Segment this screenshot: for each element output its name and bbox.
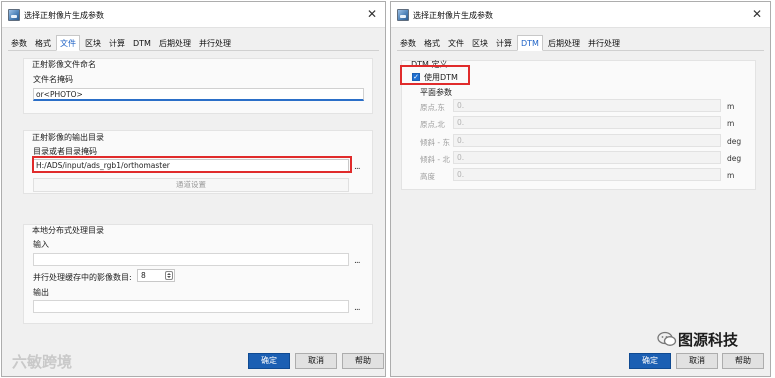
- file-mask-input[interactable]: or<PHOTO>: [33, 88, 364, 101]
- buffer-count-stepper[interactable]: 8: [137, 269, 175, 282]
- tab-parallel[interactable]: 并行处理: [585, 36, 623, 52]
- output-dir-field[interactable]: [33, 300, 349, 313]
- stepper-arrows-icon[interactable]: [165, 271, 173, 280]
- tilt-east-field[interactable]: 0.: [453, 134, 721, 147]
- ok-button[interactable]: 确定: [248, 353, 290, 369]
- ortho-params-dialog-dtm: 选择正射像片生成参数 ✕ 参数 格式 文件 区块 计算 DTM 后期处理 并行处理 DTM 定…: [390, 1, 771, 377]
- tab-bar: 参数 格式 文件 区块 计算 DTM 后期处理 并行处理: [8, 35, 379, 51]
- tab-format[interactable]: 格式: [32, 36, 54, 52]
- tab-block[interactable]: 区块: [469, 36, 491, 52]
- tab-file[interactable]: 文件: [445, 36, 467, 52]
- tab-file[interactable]: 文件: [56, 35, 80, 51]
- close-button[interactable]: ✕: [365, 7, 379, 21]
- buffer-count-label: 并行处理缓存中的影像数目:: [33, 273, 132, 282]
- tab-postprocess[interactable]: 后期处理: [545, 36, 583, 52]
- origin-east-unit: m: [727, 102, 735, 111]
- tab-params[interactable]: 参数: [8, 36, 30, 52]
- output-dir-group-label: 正射影像的输出目录: [32, 133, 104, 142]
- height-unit: m: [727, 171, 735, 180]
- screenshot-canvas: 选择正射像片生成参数 ✕ 参数 格式 文件 区块 计算 DTM 后期处理 并行处理 正射影像文…: [0, 0, 775, 378]
- height-label: 高度: [420, 172, 435, 181]
- origin-north-unit: m: [727, 119, 735, 128]
- app-icon: [8, 9, 20, 21]
- output-dir-highlight: [32, 156, 352, 173]
- input-dir-field[interactable]: [33, 253, 349, 266]
- tab-format[interactable]: 格式: [421, 36, 443, 52]
- tab-bar: 参数 格式 文件 区块 计算 DTM 后期处理 并行处理: [397, 35, 764, 51]
- dialog-title: 选择正射像片生成参数: [413, 11, 493, 20]
- brand-watermark: 图源科技: [678, 331, 739, 349]
- wechat-logo-icon: [657, 331, 677, 346]
- input-browse-button[interactable]: ...: [354, 256, 361, 266]
- tilt-north-label: 倾斜 - 北: [420, 155, 450, 164]
- file-naming-group-label: 正射影像文件命名: [32, 60, 96, 69]
- tab-parallel[interactable]: 并行处理: [196, 36, 234, 52]
- ok-button[interactable]: 确定: [629, 353, 671, 369]
- plane-params-label: 平面参数: [420, 88, 452, 97]
- distributed-dir-group-label: 本地分布式处理目录: [32, 226, 104, 235]
- cancel-button[interactable]: 取消: [295, 353, 337, 369]
- tab-compute[interactable]: 计算: [493, 36, 515, 52]
- dialog-title: 选择正射像片生成参数: [24, 11, 104, 20]
- tilt-east-label: 倾斜 - 东: [420, 138, 450, 147]
- tab-block[interactable]: 区块: [82, 36, 104, 52]
- height-field[interactable]: 0.: [453, 168, 721, 181]
- output-label: 输出: [33, 288, 49, 297]
- cancel-button[interactable]: 取消: [676, 353, 718, 369]
- tab-compute[interactable]: 计算: [106, 36, 128, 52]
- tilt-north-unit: deg: [727, 154, 742, 163]
- tab-params[interactable]: 参数: [397, 36, 419, 52]
- channel-settings-button[interactable]: 通道设置: [33, 178, 349, 192]
- help-button[interactable]: 帮助: [722, 353, 764, 369]
- output-browse-button[interactable]: ...: [354, 303, 361, 313]
- buffer-count-value: 8: [141, 271, 146, 280]
- use-dtm-highlight: [400, 65, 470, 85]
- output-dir-browse-button[interactable]: ...: [354, 162, 361, 172]
- tab-dtm[interactable]: DTM: [130, 36, 154, 52]
- tab-postprocess[interactable]: 后期处理: [156, 36, 194, 52]
- tab-dtm[interactable]: DTM: [517, 35, 543, 51]
- app-icon: [397, 9, 409, 21]
- title-bar: 选择正射像片生成参数 ✕: [391, 2, 770, 28]
- origin-north-label: 原点,北: [420, 120, 445, 129]
- input-label: 输入: [33, 240, 49, 249]
- help-button[interactable]: 帮助: [342, 353, 384, 369]
- title-bar: 选择正射像片生成参数 ✕: [2, 2, 385, 28]
- file-mask-label: 文件名掩码: [33, 75, 73, 84]
- watermark-left: 六敏跨境: [12, 353, 73, 371]
- origin-east-field[interactable]: 0.: [453, 99, 721, 112]
- tilt-north-field[interactable]: 0.: [453, 151, 721, 164]
- origin-east-label: 原点,东: [420, 103, 445, 112]
- origin-north-field[interactable]: 0.: [453, 116, 721, 129]
- close-button[interactable]: ✕: [750, 7, 764, 21]
- tilt-east-unit: deg: [727, 137, 742, 146]
- ortho-params-dialog-file: 选择正射像片生成参数 ✕ 参数 格式 文件 区块 计算 DTM 后期处理 并行处理 正射影像文…: [1, 1, 386, 377]
